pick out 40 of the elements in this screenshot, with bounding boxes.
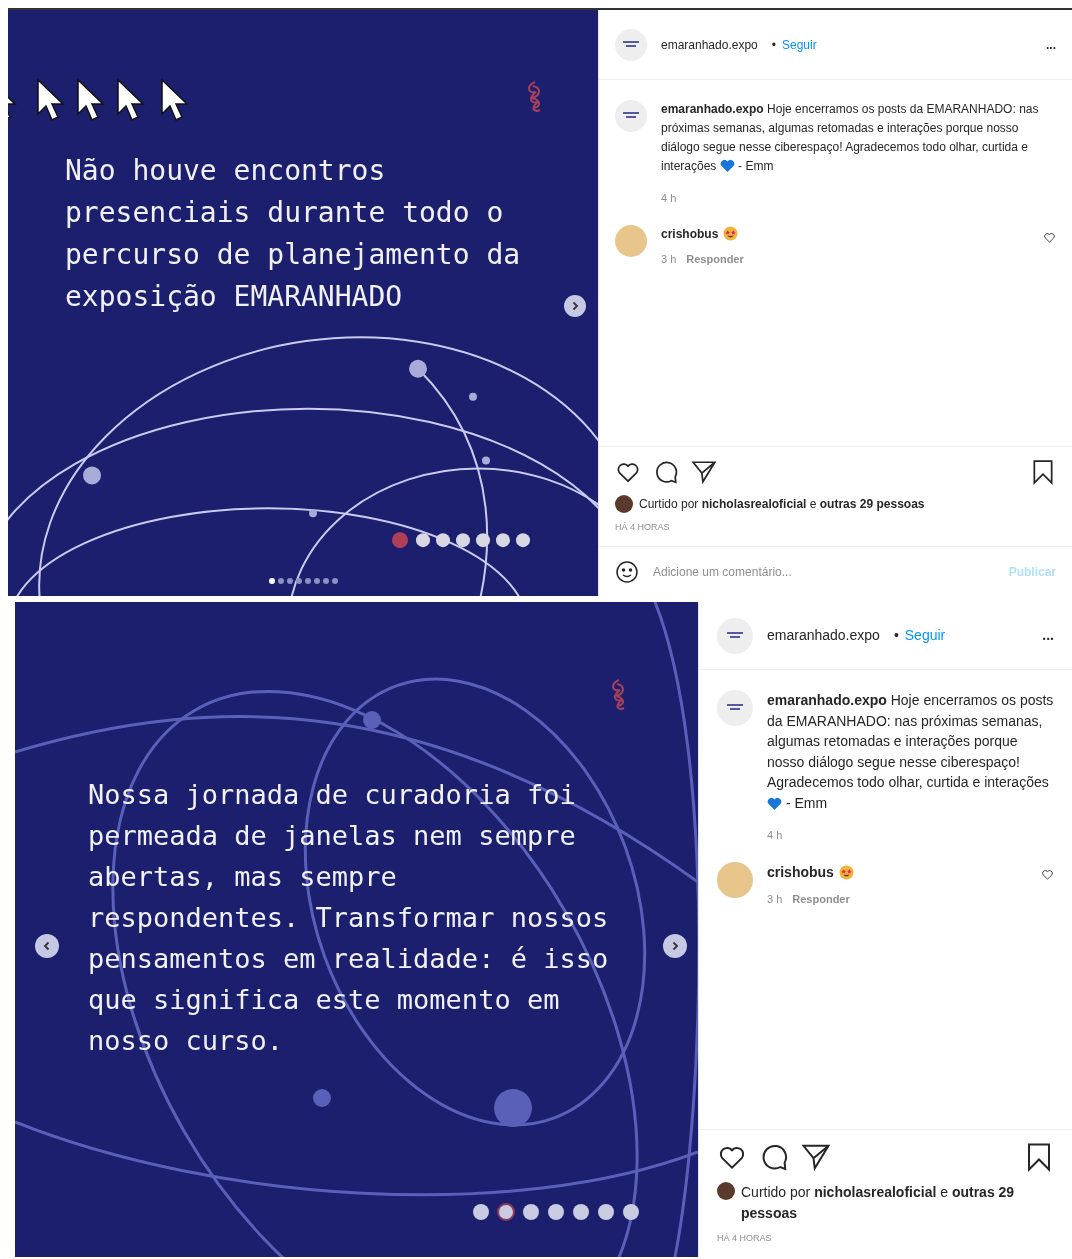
slide-text: Não houve encontros presenciais durante todo o percurso de planejamento da exposição EMARANHADO — [65, 153, 522, 315]
comment-time: 3 h — [767, 891, 783, 907]
chevron-right-icon — [670, 941, 680, 951]
account-avatar[interactable] — [717, 690, 753, 726]
username-link[interactable]: emaranhado.expo — [661, 35, 758, 54]
liker-avatar[interactable] — [717, 1181, 735, 1200]
comment-username[interactable]: crishobus — [767, 861, 834, 883]
heart-emoji-icon — [767, 796, 782, 810]
account-avatar[interactable] — [615, 100, 647, 132]
comment-time: 3 h — [661, 251, 677, 267]
comment-bubble-icon[interactable] — [653, 458, 679, 485]
likes-text[interactable]: Curtido por nicholasrealoficial e outras 29 pessoas — [741, 1181, 1054, 1224]
liker-avatar[interactable] — [615, 494, 633, 513]
more-options-button[interactable]: ... — [1046, 35, 1056, 54]
comment-input[interactable]: Adicione um comentário... — [653, 562, 995, 581]
paper-plane-icon[interactable] — [691, 458, 717, 485]
heart-emoji-icon — [719, 159, 735, 172]
star-eyes-emoji-icon — [838, 864, 854, 880]
account-avatar[interactable] — [717, 617, 753, 654]
post-date: HÁ 4 HORAS — [615, 520, 671, 534]
username-link[interactable]: emaranhado.expo — [767, 625, 880, 646]
bookmark-icon[interactable] — [1030, 458, 1056, 485]
smiley-icon[interactable] — [615, 559, 639, 584]
chevron-left-icon — [42, 941, 52, 951]
caption-text: emaranhado.expo Hoje encerramos os posts da EMARANHADO: nas próximas semanas, algumas retomadas e interações porque nosso diálogo segue nesse ciberespaço! Agradecemos todo olhar, curtida e interações - Emm — [767, 691, 1054, 813]
separator-dot: • — [893, 626, 899, 645]
like-comment-icon[interactable] — [1041, 867, 1054, 881]
post-time: 4 h — [661, 191, 678, 206]
star-eyes-emoji-icon — [723, 226, 739, 241]
like-comment-icon[interactable] — [1043, 230, 1056, 244]
more-options-button[interactable]: ... — [1042, 625, 1054, 646]
likes-text[interactable]: Curtido por nicholasrealoficial e outras 29 pessoas — [639, 494, 925, 513]
comment-username[interactable]: crishobus — [661, 224, 719, 243]
post-date: HÁ 4 HORAS — [717, 1231, 773, 1245]
post-time: 4 h — [767, 828, 784, 843]
chevron-right-icon — [570, 301, 580, 311]
account-avatar[interactable] — [615, 28, 647, 61]
slide-text: Nossa jornada de curadoria foi permeada de janelas nem sempre abertas, mas sempre respondentes. Transformar nossos pensamentos em realidade: é isso que significa este momento em nosso curso. — [88, 778, 610, 1058]
caption-text: emaranhado.expo Hoje encerramos os posts da EMARANHADO: nas próximas semanas, algumas retomadas e interações porque nosso diálogo segue nesse ciberespaço! Agradecemos todo olhar, curtida e interações - Emm — [661, 101, 1040, 175]
separator-dot: • — [771, 36, 776, 54]
